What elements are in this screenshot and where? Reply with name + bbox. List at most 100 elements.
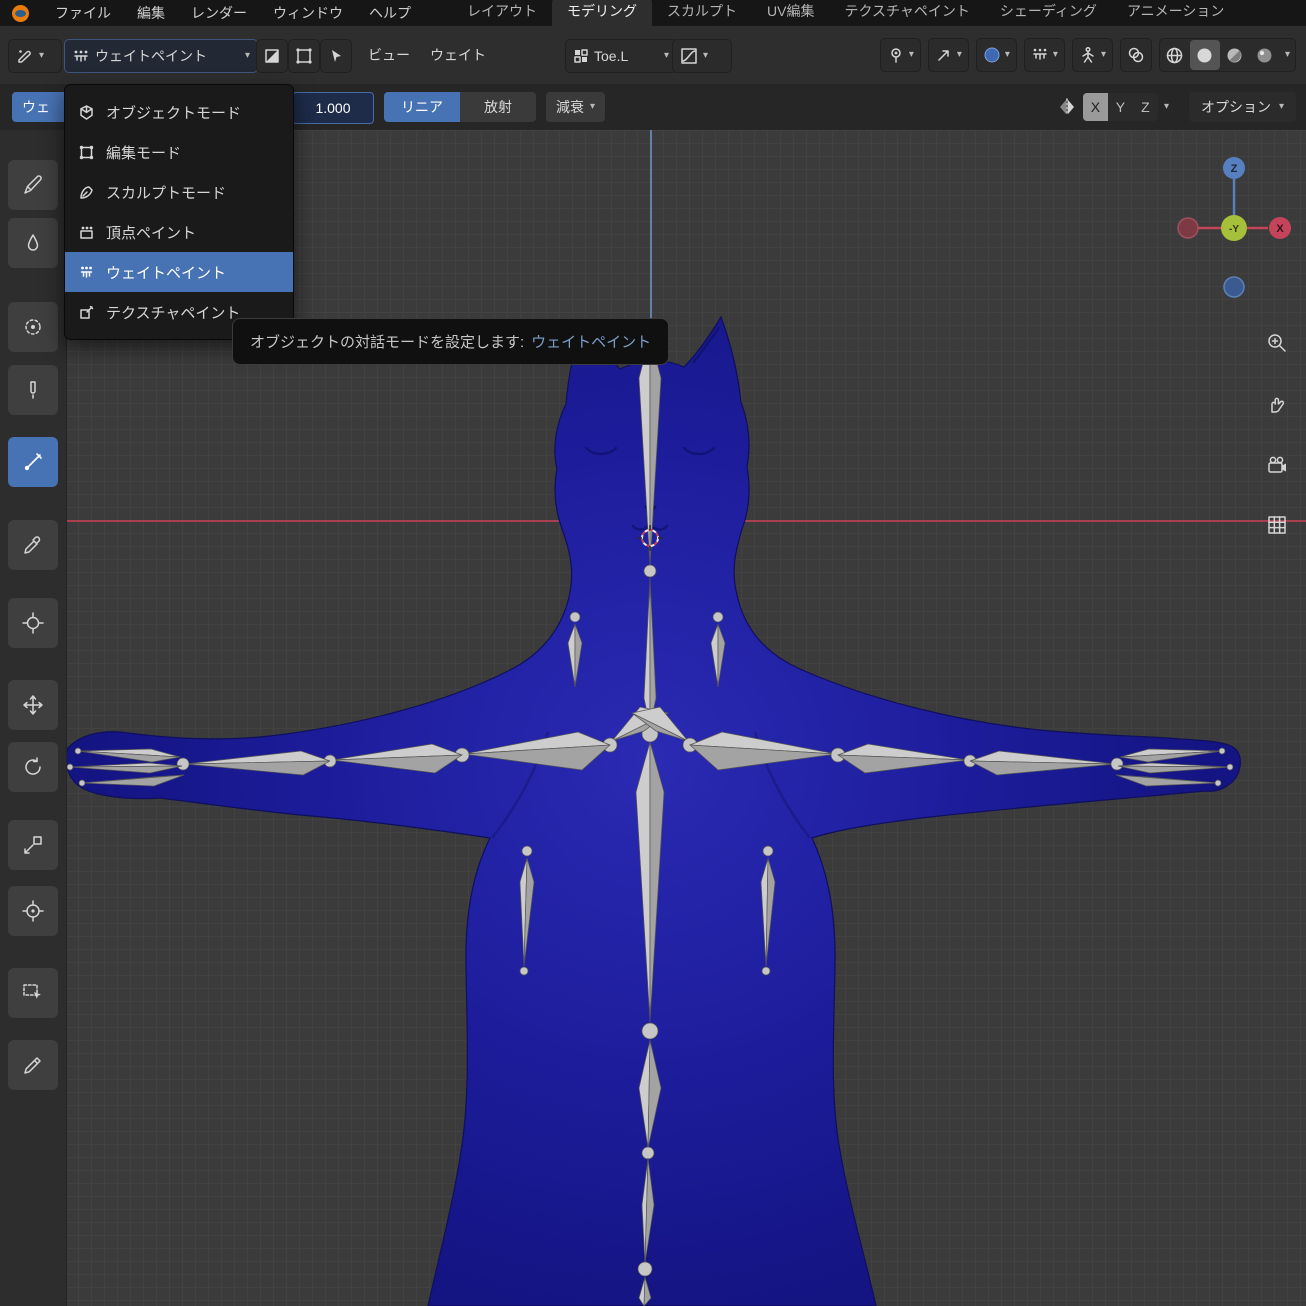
edit-mode-icon (79, 145, 94, 159)
mirror-x-button[interactable]: X (1082, 93, 1108, 121)
pivot-icon (891, 48, 901, 63)
menu-item-vertex-paint[interactable]: 頂点ペイント (65, 212, 293, 252)
face-mask-toggle[interactable] (256, 39, 288, 73)
tab-modeling[interactable]: モデリング (552, 0, 652, 26)
snap-button[interactable]: ▾ (927, 38, 969, 72)
menu-render[interactable]: レンダー (191, 3, 247, 23)
droplet-icon (27, 234, 39, 251)
magnifier-icon (1268, 334, 1286, 352)
overlays-button[interactable] (1119, 38, 1152, 72)
tab-uv[interactable]: UV編集 (752, 0, 829, 26)
weight-menu-label: ウェイト (430, 47, 486, 63)
camera-view-button[interactable] (1262, 450, 1292, 480)
chevron-down-icon[interactable]: ▾ (1164, 102, 1169, 112)
navigation-gizmo[interactable]: Z X -Y (1176, 156, 1296, 300)
bone-select-toggle[interactable] (320, 39, 352, 73)
tab-texture-paint[interactable]: テクスチャペイント (829, 0, 984, 26)
tool-select-box[interactable] (8, 968, 58, 1018)
pan-button[interactable] (1262, 390, 1292, 420)
weight-menu[interactable]: ウェイト (420, 26, 496, 84)
shading-rendered-button[interactable] (1250, 40, 1280, 70)
mirror-x-label: X (1090, 99, 1101, 115)
shading-material-button[interactable] (1220, 40, 1250, 70)
mirror-y-button[interactable]: Y (1107, 93, 1133, 121)
tool-draw[interactable] (8, 160, 58, 210)
x-axis-line (0, 520, 1306, 522)
menu-edit[interactable]: 編集 (137, 3, 165, 23)
tool-smear[interactable] (8, 365, 58, 415)
header-right-cluster: ▾ ▾ ▾ ▾ ▾ ▾ (879, 38, 1296, 72)
wireframe-sphere-icon (1167, 47, 1183, 63)
proportional-falloff-button[interactable]: ▾ (975, 38, 1017, 72)
strength-field[interactable]: 1.000 (292, 92, 374, 124)
tool-average[interactable] (8, 302, 58, 352)
mirror-z-label: Z (1141, 99, 1150, 115)
sculpt-mode-icon (80, 185, 93, 199)
tool-blur[interactable] (8, 218, 58, 268)
tab-shading[interactable]: シェーディング (985, 0, 1112, 26)
menu-item-weight-paint[interactable]: ウェイトペイント (65, 252, 293, 292)
strength-value: 1.000 (315, 100, 351, 116)
tool-cursor[interactable] (8, 598, 58, 648)
view-menu[interactable]: ビュー (358, 26, 420, 84)
pivot-point-button[interactable]: ▾ (879, 38, 921, 72)
blender-logo-icon[interactable] (12, 4, 29, 22)
pose-xray-button[interactable]: ▾ (1071, 38, 1113, 72)
menu-window[interactable]: ウィンドウ (273, 3, 343, 23)
shading-solid-button[interactable] (1189, 40, 1220, 70)
eye-left (584, 446, 618, 456)
editor-type-button[interactable]: ▾ (8, 39, 62, 73)
menu-item-label: テクスチャペイント (106, 304, 241, 322)
shading-wireframe-button[interactable] (1160, 40, 1190, 70)
blue-sphere-icon (984, 47, 1000, 63)
mirror-icon (1059, 98, 1074, 116)
mirror-z-button[interactable]: Z (1132, 93, 1158, 121)
menu-file[interactable]: ファイル (55, 3, 111, 23)
menu-item-edit-mode[interactable]: 編集モード (65, 132, 293, 172)
chevron-down-icon: ▾ (244, 50, 250, 61)
falloff-dropdown[interactable]: 減衰 ▾ (546, 92, 606, 122)
tab-sculpt[interactable]: スカルプト (652, 0, 752, 26)
eye-right (682, 446, 716, 456)
weight-overlay-button[interactable]: ▾ (1023, 38, 1065, 72)
mode-dropdown-menu: オブジェクトモード 編集モード スカルプトモード 頂点ペイント ウェイトペイント… (64, 84, 294, 340)
transform-icon (22, 900, 44, 922)
tool-sample-weight[interactable] (8, 520, 58, 570)
tool-move[interactable] (8, 680, 58, 730)
tool-transform[interactable] (8, 886, 58, 936)
chevron-down-icon: ▾ (1278, 101, 1284, 112)
snap-arrow-icon (938, 50, 949, 61)
mirror-zone: X Y Z ▾ オプション ▾ (1057, 92, 1296, 122)
gradient-radial-button[interactable]: 放射 (460, 92, 536, 122)
brush-falloff-button[interactable]: ▾ (672, 39, 732, 73)
mode-selector-button[interactable]: ウェイトペイント ▾ (64, 39, 258, 73)
perspective-toggle-button[interactable] (1262, 510, 1292, 540)
menu-item-label: 頂点ペイント (106, 224, 197, 242)
menu-item-label: 編集モード (106, 144, 182, 162)
cursor-tool-icon (22, 612, 44, 634)
tool-rotate[interactable] (8, 742, 58, 792)
gradient-linear-label: リニア (401, 99, 443, 115)
tooltip-value: ウェイトペイント (531, 334, 652, 351)
tooltip-text: オブジェクトの対話モードを設定します: (250, 334, 525, 351)
tab-animation[interactable]: アニメーション (1112, 0, 1239, 26)
active-group-field[interactable]: Toe.L ▾ (565, 39, 677, 73)
vertex-mask-toggle[interactable] (288, 39, 320, 73)
menu-item-sculpt-mode[interactable]: スカルプトモード (65, 172, 293, 212)
gizmo-neg-x-ball[interactable] (1177, 217, 1199, 239)
gizmo-neg-z-ball[interactable] (1223, 276, 1245, 298)
zoom-button[interactable] (1262, 328, 1292, 358)
chevron-down-icon: ▾ (956, 49, 962, 60)
menu-item-object-mode[interactable]: オブジェクトモード (65, 92, 293, 132)
gizmo-z-label: Z (1231, 163, 1238, 175)
tab-layout[interactable]: レイアウト (452, 0, 552, 26)
tool-gradient[interactable] (8, 437, 58, 487)
chevron-down-icon[interactable]: ▾ (1280, 50, 1295, 60)
gradient-icon (24, 453, 42, 471)
tool-scale[interactable] (8, 820, 58, 870)
gradient-linear-button[interactable]: リニア (384, 92, 460, 122)
viewport-header: ▾ ウェイトペイント ▾ ビュー ウェイト Toe.L ▾ ▾ ▾ ▾ ▾ ▾ … (0, 26, 1306, 85)
tool-annotate[interactable] (8, 1040, 58, 1090)
options-button[interactable]: オプション ▾ (1188, 92, 1296, 122)
menu-help[interactable]: ヘルプ (369, 3, 411, 23)
